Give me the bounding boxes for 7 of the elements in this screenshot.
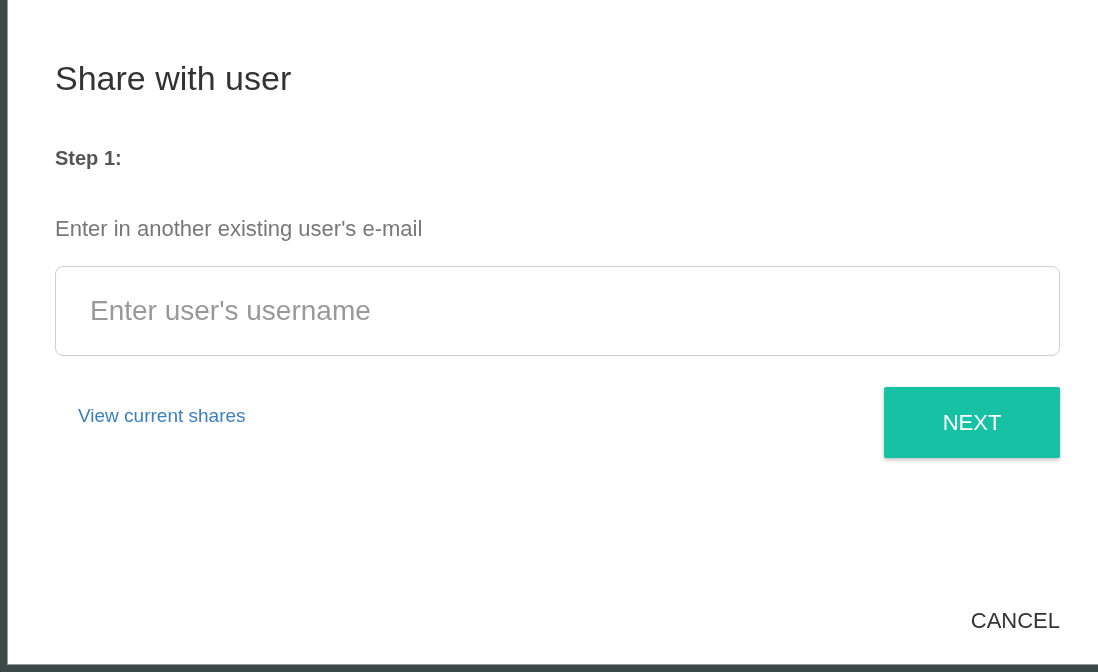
instruction-text: Enter in another existing user's e-mail <box>55 216 424 242</box>
cancel-button[interactable]: CANCEL <box>970 604 1060 638</box>
username-field[interactable]: Enter user's username <box>55 266 1060 356</box>
step-label: Step 1: <box>55 146 123 170</box>
dialog-title: Share with user <box>55 58 293 99</box>
next-button[interactable]: NEXT <box>884 387 1060 458</box>
view-shares-link[interactable]: View current shares <box>78 405 246 427</box>
